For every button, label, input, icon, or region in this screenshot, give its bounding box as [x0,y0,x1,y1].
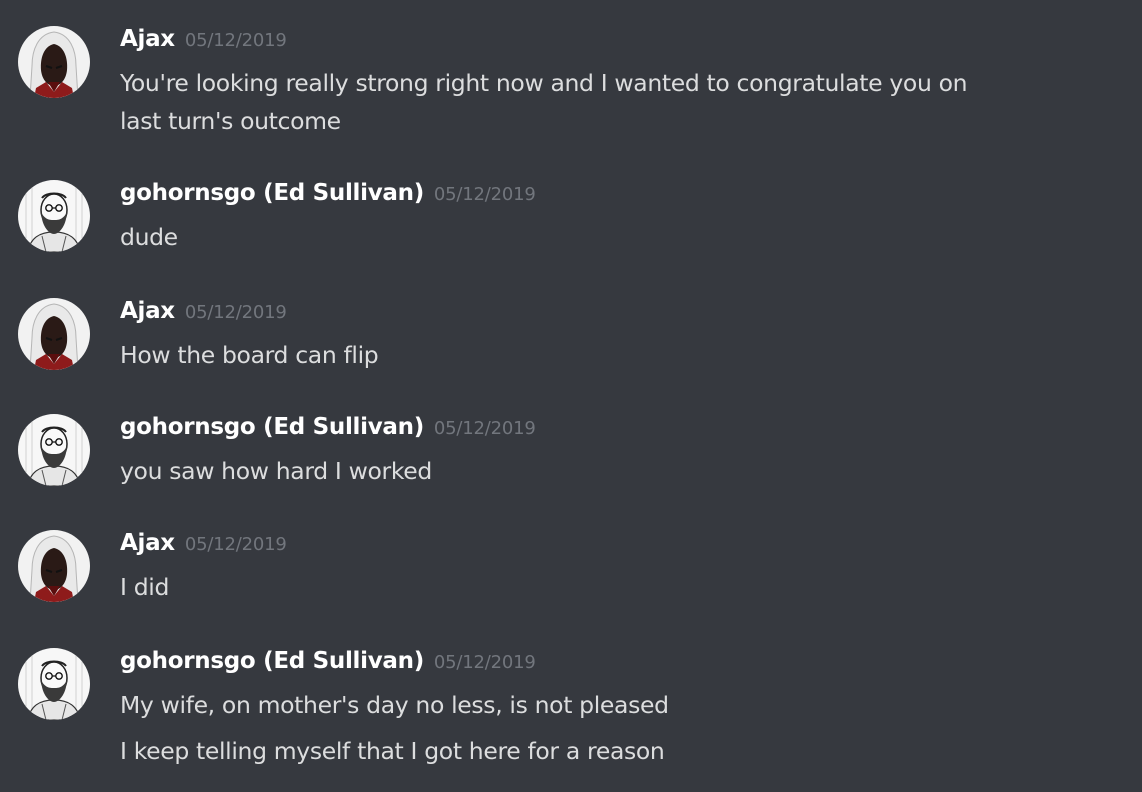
message-text: I keep telling myself that I got here fo… [120,737,665,765]
message-text: I did [120,573,170,601]
message-header: Ajax 05/12/2019 [120,530,287,562]
message-header: Ajax 05/12/2019 [120,26,287,58]
message-header: gohornsgo (Ed Sullivan) 05/12/2019 [120,414,536,446]
message-text: you saw how hard I worked [120,457,432,485]
author-name[interactable]: gohornsgo (Ed Sullivan) [120,414,424,440]
message-header: gohornsgo (Ed Sullivan) 05/12/2019 [120,180,536,212]
timestamp: 05/12/2019 [184,302,287,323]
timestamp: 05/12/2019 [433,418,536,439]
message-text: dude [120,223,178,251]
timestamp: 05/12/2019 [433,652,536,673]
hooded-assassin-avatar[interactable] [18,26,90,98]
author-name[interactable]: gohornsgo (Ed Sullivan) [120,648,424,674]
chat-messages: Ajax 05/12/2019 You're looking really str… [0,0,1142,792]
hooded-assassin-avatar[interactable] [18,530,90,602]
author-name[interactable]: Ajax [120,26,175,52]
message-header: gohornsgo (Ed Sullivan) 05/12/2019 [120,648,536,680]
timestamp: 05/12/2019 [433,184,536,205]
author-name[interactable]: Ajax [120,298,175,324]
message-text: My wife, on mother's day no less, is not… [120,691,669,719]
message-header: Ajax 05/12/2019 [120,298,287,330]
message-text: You're looking really strong right now a… [120,69,968,97]
message-text: last turn's outcome [120,107,341,135]
bearded-man-sketch-avatar[interactable] [18,648,90,720]
author-name[interactable]: gohornsgo (Ed Sullivan) [120,180,424,206]
timestamp: 05/12/2019 [184,534,287,555]
author-name[interactable]: Ajax [120,530,175,556]
hooded-assassin-avatar[interactable] [18,298,90,370]
message-text: How the board can flip [120,341,379,369]
bearded-man-sketch-avatar[interactable] [18,180,90,252]
timestamp: 05/12/2019 [184,30,287,51]
bearded-man-sketch-avatar[interactable] [18,414,90,486]
